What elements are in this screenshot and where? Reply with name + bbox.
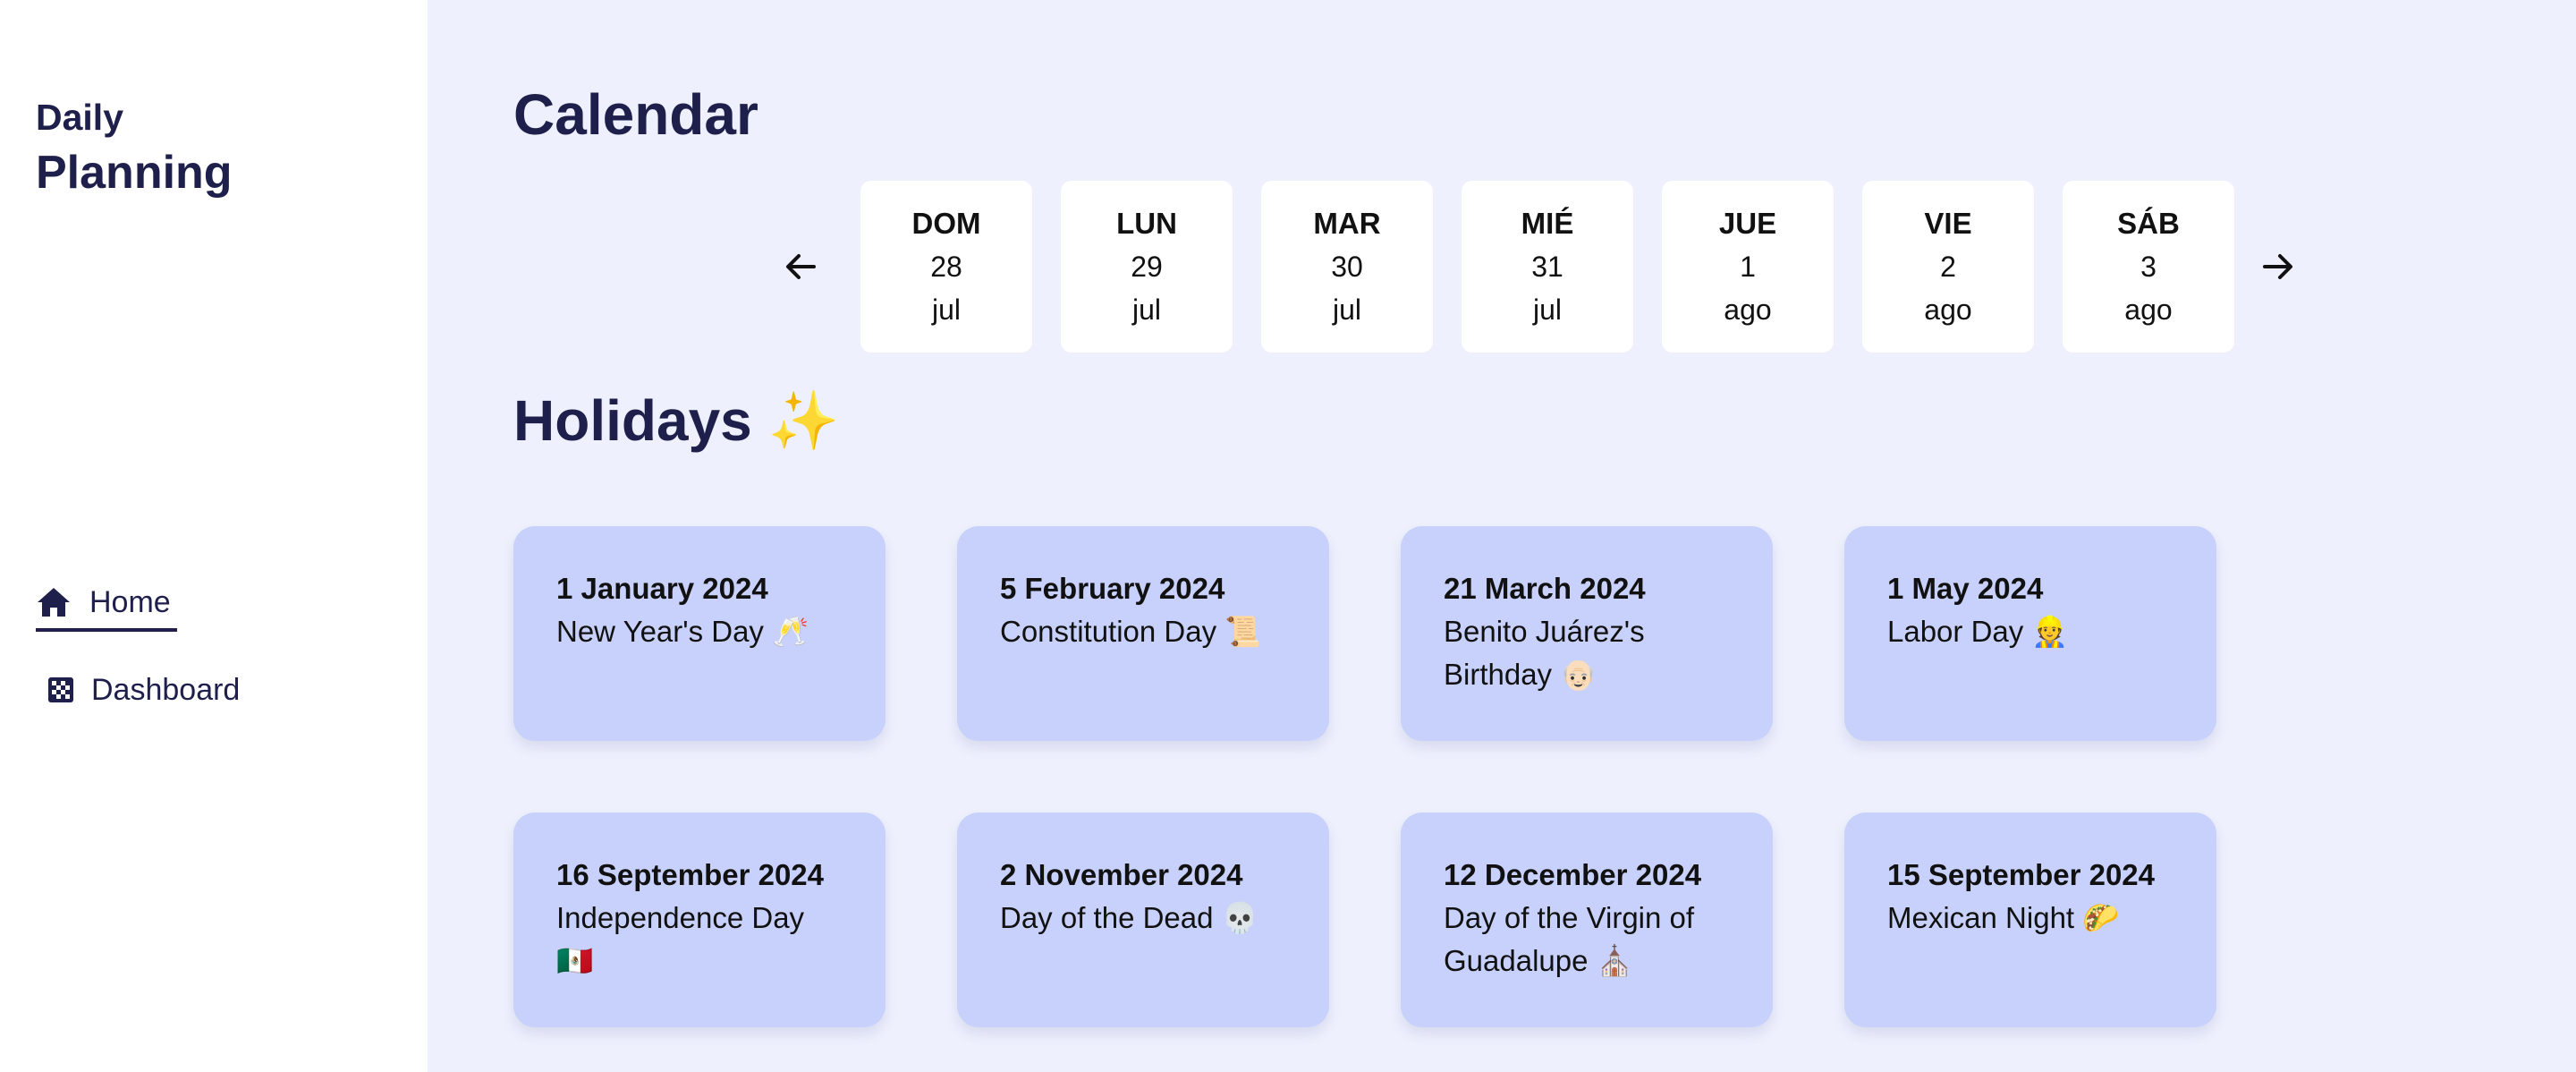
nav-label-home: Home	[89, 584, 171, 619]
nav-label-dashboard: Dashboard	[91, 672, 241, 707]
holiday-date: 12 December 2024	[1444, 858, 1702, 891]
day-month: jul	[1532, 294, 1562, 326]
day-number: 2	[1940, 251, 1956, 283]
sidebar-nav: Home Dashboard	[36, 576, 240, 718]
day-list: DOM 28 jul LUN 29 jul MAR 30 jul MIÉ 31 …	[860, 181, 2234, 353]
arrow-left-icon	[786, 254, 816, 279]
brand: Daily Planning	[36, 95, 233, 200]
holiday-date: 1 May 2024	[1887, 572, 2044, 605]
day-name: JUE	[1718, 207, 1777, 240]
day-card[interactable]: DOM 28 jul	[860, 181, 1032, 353]
day-number: 29	[1131, 251, 1163, 283]
brand-line1: Daily	[36, 97, 123, 138]
day-card[interactable]: LUN 29 jul	[1061, 181, 1233, 353]
checkerboard-icon	[48, 672, 75, 708]
holiday-grid: 1 January 2024 New Year's Day 🥂 5 Februa…	[513, 526, 2216, 1027]
holiday-card: 16 September 2024 Independence Day 🇲🇽	[513, 813, 886, 1027]
day-number: 30	[1331, 251, 1363, 283]
holiday-card: 1 January 2024 New Year's Day 🥂	[513, 526, 886, 741]
day-month: jul	[931, 294, 961, 326]
day-name: DOM	[911, 207, 981, 240]
day-number: 1	[1740, 251, 1756, 283]
arrow-right-icon	[2263, 254, 2292, 279]
day-card[interactable]: MIÉ 31 jul	[1462, 181, 1633, 353]
home-icon	[36, 584, 75, 620]
day-name: MIÉ	[1521, 207, 1574, 240]
nav-item-home[interactable]: Home	[36, 576, 177, 632]
day-month: ago	[1724, 294, 1772, 326]
holiday-card: 15 September 2024 Mexican Night 🌮	[1844, 813, 2216, 1027]
holiday-name: New Year's Day 🥂	[556, 615, 809, 648]
holiday-date: 2 November 2024	[1000, 858, 1243, 891]
calendar-title: Calendar	[513, 82, 758, 147]
main-content: Calendar DOM 28 jul LUN 29 jul MAR 30 ju…	[428, 0, 2576, 1072]
holiday-card: 2 November 2024 Day of the Dead 💀	[957, 813, 1329, 1027]
holiday-date: 21 March 2024	[1444, 572, 1646, 605]
holiday-name: Day of the Virgin of Guadalupe ⛪	[1444, 901, 1695, 977]
day-name: SÁB	[2117, 207, 2180, 240]
holiday-card: 5 February 2024 Constitution Day 📜	[957, 526, 1329, 741]
holiday-card: 12 December 2024 Day of the Virgin of Gu…	[1401, 813, 1773, 1027]
day-name: LUN	[1116, 207, 1177, 240]
sidebar: Daily Planning Home Dashboard	[0, 0, 428, 1072]
holidays-title: Holidays ✨	[513, 388, 840, 453]
day-card[interactable]: JUE 1 ago	[1662, 181, 1834, 353]
holiday-date: 1 January 2024	[556, 572, 768, 605]
holiday-name: Day of the Dead 💀	[1000, 901, 1258, 934]
prev-week-button[interactable]	[780, 246, 821, 287]
day-number: 3	[2140, 251, 2157, 283]
day-card[interactable]: MAR 30 jul	[1261, 181, 1433, 353]
day-name: MAR	[1313, 207, 1381, 240]
day-card[interactable]: SÁB 3 ago	[2063, 181, 2234, 353]
day-month: jul	[1332, 294, 1361, 326]
day-month: ago	[2124, 294, 2173, 326]
holiday-name: Benito Juárez's Birthday 👴🏻	[1444, 615, 1645, 691]
holiday-date: 15 September 2024	[1887, 858, 2156, 891]
holiday-card: 21 March 2024 Benito Juárez's Birthday 👴…	[1401, 526, 1773, 741]
holiday-name: Mexican Night 🌮	[1887, 901, 2120, 934]
day-card[interactable]: VIE 2 ago	[1862, 181, 2034, 353]
holiday-card: 1 May 2024 Labor Day 👷	[1844, 526, 2216, 741]
week-strip: DOM 28 jul LUN 29 jul MAR 30 jul MIÉ 31 …	[780, 181, 2299, 353]
holiday-date: 5 February 2024	[1000, 572, 1225, 605]
day-number: 31	[1531, 251, 1563, 283]
day-month: ago	[1924, 294, 1972, 326]
next-week-button[interactable]	[2258, 246, 2299, 287]
holiday-name: Constitution Day 📜	[1000, 615, 1262, 648]
nav-item-dashboard[interactable]: Dashboard	[36, 662, 240, 718]
day-month: jul	[1131, 294, 1161, 326]
day-name: VIE	[1924, 207, 1972, 240]
day-number: 28	[930, 251, 962, 283]
holiday-name: Independence Day 🇲🇽	[556, 901, 805, 977]
brand-line2: Planning	[36, 147, 233, 199]
holiday-name: Labor Day 👷	[1887, 615, 2069, 648]
holiday-date: 16 September 2024	[556, 858, 825, 891]
